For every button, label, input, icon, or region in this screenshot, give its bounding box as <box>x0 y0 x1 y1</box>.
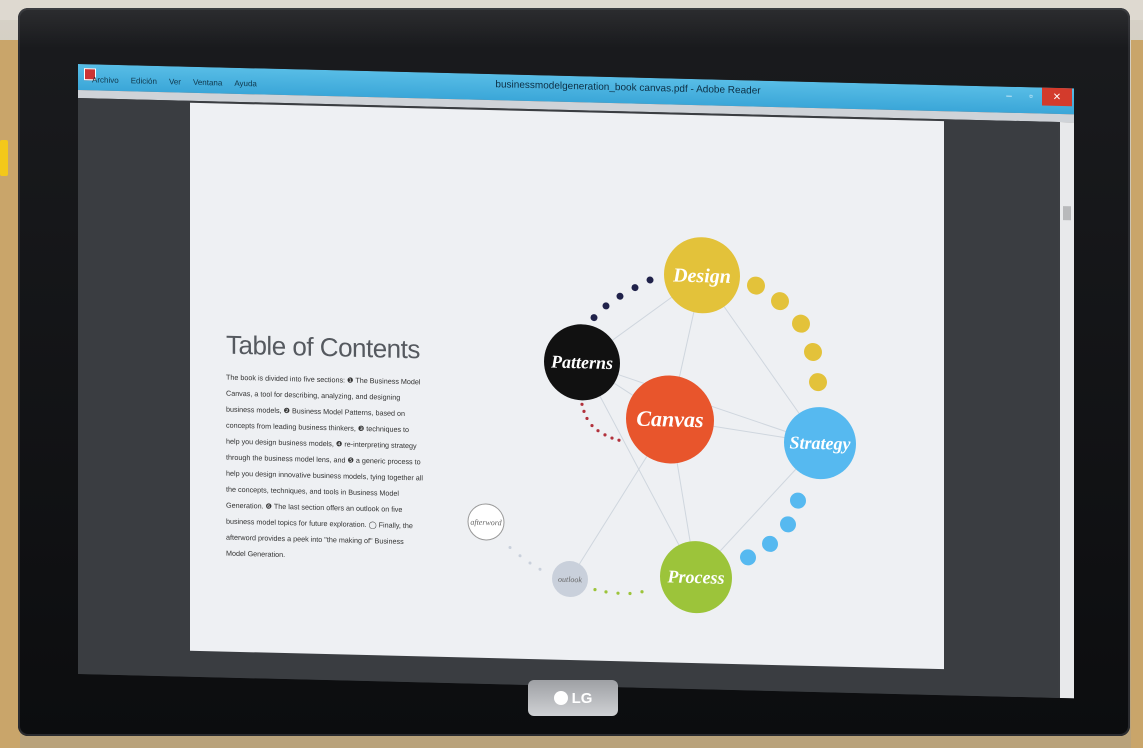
menu-bar: Archivo Edición Ver Ventana Ayuda <box>92 75 257 88</box>
process-dots <box>593 588 644 596</box>
node-patterns: Patterns <box>544 324 620 401</box>
node-design: Design <box>664 237 740 314</box>
lg-logo: LG <box>528 680 618 716</box>
pdf-page: Table of Contents The book is divided in… <box>190 102 944 670</box>
window-controls: – ▫ ✕ <box>998 86 1072 107</box>
screen: Archivo Edición Ver Ventana Ayuda busine… <box>78 64 1074 699</box>
window-title: businessmodelgeneration_book canvas.pdf … <box>495 79 761 97</box>
maximize-button[interactable]: ▫ <box>1020 87 1042 106</box>
lg-logo-text: LG <box>571 689 593 707</box>
menu-edicion[interactable]: Edición <box>131 76 157 86</box>
close-button[interactable]: ✕ <box>1042 87 1072 107</box>
minimize-button[interactable]: – <box>998 86 1020 105</box>
node-afterword-label: afterword <box>470 518 502 528</box>
node-canvas: Canvas <box>626 375 714 464</box>
menu-archivo[interactable]: Archivo <box>92 75 119 85</box>
sticky-note <box>0 140 8 176</box>
bezel-shine <box>18 8 1130 48</box>
patterns-dots <box>590 276 654 322</box>
lg-logo-icon <box>553 691 568 705</box>
menu-ventana[interactable]: Ventana <box>193 78 222 88</box>
node-patterns-label: Patterns <box>550 352 613 374</box>
node-process-label: Process <box>667 566 725 587</box>
node-afterword: afterword <box>467 503 505 541</box>
design-dots <box>747 276 827 392</box>
node-outlook: outlook <box>552 561 588 598</box>
strategy-dots <box>740 492 806 566</box>
node-design-label: Design <box>672 265 731 288</box>
menu-ver[interactable]: Ver <box>169 77 181 86</box>
node-strategy-label: Strategy <box>790 432 852 454</box>
node-canvas-label: Canvas <box>636 406 703 433</box>
canvas-dots <box>580 402 621 442</box>
scrollbar-thumb[interactable] <box>1063 206 1071 221</box>
book-sections-diagram: Design Patterns Canvas Strategy Process … <box>467 237 856 614</box>
node-strategy: Strategy <box>784 407 856 480</box>
node-outlook-label: outlook <box>558 575 582 585</box>
node-process: Process <box>660 541 732 614</box>
menu-ayuda[interactable]: Ayuda <box>234 79 257 89</box>
wood-frame-right <box>1131 40 1143 748</box>
vertical-scrollbar[interactable] <box>1060 121 1074 699</box>
outlook-dots <box>508 546 542 571</box>
